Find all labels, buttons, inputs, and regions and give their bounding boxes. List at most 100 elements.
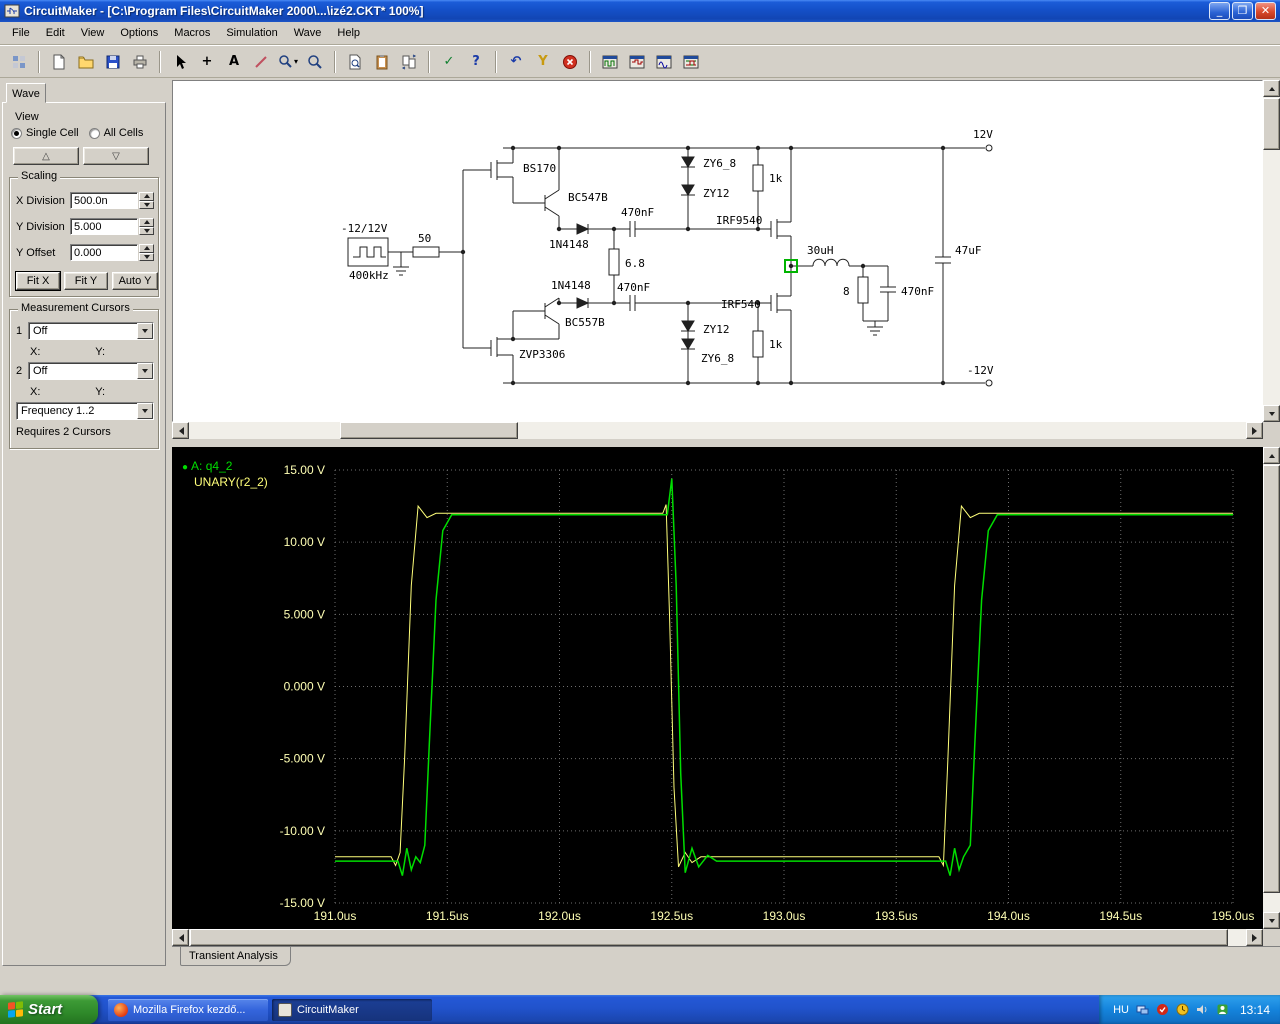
language-indicator[interactable]: HU xyxy=(1113,1004,1129,1016)
plot-grid: 15.00 V 10.00 V 5.000 V 0.000 V -5.000 V -10.… xyxy=(280,463,1255,923)
compare-windows-icon[interactable] xyxy=(396,49,422,74)
library-browse-icon[interactable] xyxy=(6,49,32,74)
tab-transient-analysis[interactable]: Transient Analysis xyxy=(180,947,291,966)
scroll-thumb[interactable] xyxy=(340,422,518,439)
scroll-up-button[interactable] xyxy=(1263,80,1280,97)
y-division-label: Y Division xyxy=(16,221,65,233)
waveform-hscrollbar[interactable] xyxy=(172,929,1263,946)
scope-window-2-icon[interactable] xyxy=(624,49,650,74)
close-button[interactable]: ✕ xyxy=(1255,2,1276,20)
taskbar-clock: 13:14 xyxy=(1239,1002,1270,1017)
firefox-icon xyxy=(114,1002,128,1017)
text-tool-icon[interactable]: A xyxy=(221,49,247,74)
taskbar-task-1[interactable]: Mozilla Firefox kezdő... xyxy=(108,998,268,1021)
tray-volume-icon[interactable] xyxy=(1196,1003,1209,1016)
menu-macros[interactable]: Macros xyxy=(166,23,218,43)
cell-down-button[interactable]: ▽ xyxy=(83,147,149,165)
scroll-up-button[interactable] xyxy=(1263,447,1280,464)
zoom-window-icon[interactable] xyxy=(302,49,328,74)
toolbar-separator xyxy=(159,50,161,73)
cursor-2-select[interactable]: Off xyxy=(28,362,154,380)
radio-single-cell[interactable] xyxy=(11,127,22,139)
cursor-2-value: Off xyxy=(33,365,48,377)
cursor-function-select[interactable]: Frequency 1..2 xyxy=(16,402,154,420)
save-icon[interactable] xyxy=(100,49,126,74)
stop-simulation-icon[interactable] xyxy=(557,49,583,74)
cursor-2-x-label: X: xyxy=(30,386,41,398)
restore-button[interactable]: ❐ xyxy=(1232,2,1253,20)
find-part-icon[interactable] xyxy=(342,49,368,74)
menu-help[interactable]: Help xyxy=(329,23,368,43)
scroll-down-button[interactable] xyxy=(1263,912,1280,929)
cell-up-button[interactable]: △ xyxy=(13,147,79,165)
menu-file[interactable]: File xyxy=(4,23,38,43)
tray-network-icon[interactable] xyxy=(1136,1003,1149,1016)
place-part-icon[interactable]: + xyxy=(194,49,220,74)
cursor-2-y-label: Y: xyxy=(95,386,106,398)
delete-tool-icon[interactable] xyxy=(248,49,274,74)
scope-window-3-icon[interactable] xyxy=(651,49,677,74)
undo-icon[interactable]: ↶ xyxy=(503,49,529,74)
y-offset-spinner[interactable] xyxy=(139,244,154,261)
y-division-input[interactable]: 5.000 xyxy=(70,218,138,235)
probe-tool-icon[interactable]: Y xyxy=(530,49,556,74)
print-icon[interactable] xyxy=(127,49,153,74)
scope-window-4-icon[interactable] xyxy=(678,49,704,74)
y-division-spinner[interactable] xyxy=(139,218,154,235)
y-tick-label: 10.00 V xyxy=(284,535,325,549)
waveform-plot[interactable]: 15.00 V 10.00 V 5.000 V 0.000 V -5.000 V -10.… xyxy=(172,447,1263,929)
menu-options[interactable]: Options xyxy=(112,23,166,43)
help-icon[interactable]: ? xyxy=(463,49,489,74)
part-label: IRF9540 xyxy=(716,214,762,227)
title-bar: CircuitMaker - [C:\Program Files\Circuit… xyxy=(0,0,1280,22)
tab-wave[interactable]: Wave xyxy=(6,83,46,103)
chevron-down-icon[interactable] xyxy=(137,363,153,379)
cursor-2-label: 2 xyxy=(16,365,23,377)
chevron-down-icon[interactable] xyxy=(137,323,153,339)
x-tick-label: 191.5us xyxy=(426,909,469,923)
menu-wave[interactable]: Wave xyxy=(286,23,330,43)
clipboard-icon[interactable] xyxy=(369,49,395,74)
minimize-button[interactable]: _ xyxy=(1209,2,1230,20)
menu-edit[interactable]: Edit xyxy=(38,23,73,43)
schematic-vscrollbar[interactable] xyxy=(1263,80,1280,422)
x-division-input[interactable]: 500.0n xyxy=(70,192,138,209)
cursor-1-label: 1 xyxy=(16,325,23,337)
zoom-select-icon[interactable]: ▾ xyxy=(275,49,301,74)
arrow-tool-icon[interactable] xyxy=(167,49,193,74)
tray-scheduler-icon[interactable] xyxy=(1176,1003,1189,1016)
y-offset-input[interactable]: 0.000 xyxy=(70,244,138,261)
scroll-right-button[interactable] xyxy=(1246,929,1263,946)
schematic-hscrollbar[interactable] xyxy=(172,422,1263,439)
part-label: 1N4148 xyxy=(549,238,589,251)
menu-view[interactable]: View xyxy=(73,23,113,43)
fit-x-button[interactable]: Fit X xyxy=(15,271,61,291)
x-tick-label: 191.0us xyxy=(314,909,357,923)
schematic-canvas[interactable]: BS170 BC547B -12/12V 400kHz 50 1N4148 47… xyxy=(172,80,1263,422)
x-division-spinner[interactable] xyxy=(139,192,154,209)
fit-y-button[interactable]: Fit Y xyxy=(64,272,108,290)
start-button[interactable]: Start xyxy=(0,995,98,1024)
tray-antivirus-icon[interactable] xyxy=(1156,1003,1169,1016)
scope-window-1-icon[interactable] xyxy=(597,49,623,74)
menu-simulation[interactable]: Simulation xyxy=(218,23,285,43)
scroll-thumb[interactable] xyxy=(1263,98,1280,150)
scroll-down-button[interactable] xyxy=(1263,405,1280,422)
x-tick-label: 193.5us xyxy=(875,909,918,923)
scroll-right-button[interactable] xyxy=(1246,422,1263,439)
chevron-down-icon[interactable] xyxy=(137,403,153,419)
schematic-drawing: BS170 BC547B -12/12V 400kHz 50 1N4148 47… xyxy=(341,128,994,387)
scroll-left-button[interactable] xyxy=(172,422,189,439)
waveform-vscrollbar[interactable] xyxy=(1263,447,1280,929)
scroll-thumb[interactable] xyxy=(1263,465,1280,893)
open-file-icon[interactable] xyxy=(73,49,99,74)
auto-y-button[interactable]: Auto Y xyxy=(112,272,158,290)
tray-messenger-icon[interactable] xyxy=(1216,1003,1229,1016)
cursor-1-select[interactable]: Off xyxy=(28,322,154,340)
rules-check-icon[interactable]: ✓ xyxy=(436,49,462,74)
taskbar-task-2[interactable]: CircuitMaker xyxy=(272,998,432,1021)
radio-all-cells[interactable] xyxy=(88,127,100,139)
scroll-left-button[interactable] xyxy=(172,929,189,946)
scroll-thumb[interactable] xyxy=(190,929,1228,946)
new-file-icon[interactable] xyxy=(46,49,72,74)
